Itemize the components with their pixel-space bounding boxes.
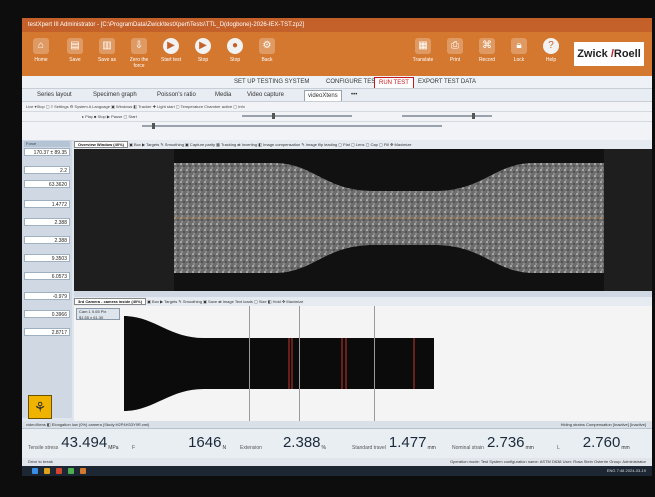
overview-window-header: Overview Window (40%) ▣ Box ▶ Targets ✎ … <box>74 140 652 149</box>
browser-icon[interactable] <box>68 468 74 474</box>
app-icon[interactable] <box>56 468 62 474</box>
ribbon-button-help[interactable]: ? Help <box>538 36 564 74</box>
tab-run-test[interactable]: RUN TEST <box>374 77 414 88</box>
ribbon-button-stop-circle[interactable]: ● Stop <box>222 36 248 74</box>
overview-window-label: Overview Window (40%) <box>74 141 128 148</box>
ribbon-button-save[interactable]: ▤ Save <box>62 36 88 74</box>
print-icon: ⎙ <box>447 38 463 54</box>
gauge-line <box>374 306 375 421</box>
home-icon: ⌂ <box>33 38 49 54</box>
translate-icon: ▦ <box>415 38 431 54</box>
stop-circle-icon: ● <box>227 38 243 54</box>
save-icon: ▤ <box>67 38 83 54</box>
ribbon-toolbar: ⌂ Home ▤ Save ▥ Save as ⇩ Zero the force ▶ St… <box>22 32 652 76</box>
video-toolbar-2: ▸ Play ■ Stop ▶ Pause ▢ Start <box>22 112 652 122</box>
subtab-more[interactable]: ••• <box>348 90 360 100</box>
ribbon-button-back[interactable]: ⚙ Back <box>254 36 280 74</box>
ribbon-button-translate[interactable]: ▦ Translate <box>410 36 436 74</box>
results-bar: Tensile stress 43.494MPa F 1646N Extension… <box>22 428 652 459</box>
subtab-series-layout[interactable]: Series layout <box>34 90 75 100</box>
stop-icon: ▶ <box>195 38 211 54</box>
video-toolbar-1: Live ▾Stop ▢ ≡ Settings ⚙ System A Langu… <box>22 102 652 112</box>
camera-window-label: 3rd Camera - camera inside (40%) <box>74 298 147 305</box>
panel-value: 63.3620 <box>24 180 70 188</box>
tab-set-up-testing-system[interactable]: SET UP TESTING SYSTEM <box>230 77 313 87</box>
back-icon: ⚙ <box>259 38 275 54</box>
ribbon-button-start[interactable]: ▶ Start test <box>158 36 184 74</box>
subtab-media[interactable]: Media <box>212 90 234 100</box>
panel-value: 1.4772 <box>24 200 70 208</box>
panel-value: 2.388 <box>24 218 70 226</box>
gauge-line <box>249 306 250 421</box>
file-explorer-icon[interactable] <box>44 468 50 474</box>
camera-window-header: 3rd Camera - camera inside (40%) ▣ Box ▶… <box>74 297 652 306</box>
ribbon-button-record[interactable]: ⌘ Record <box>474 36 500 74</box>
ribbon-button-save-as[interactable]: ▥ Save as <box>94 36 120 74</box>
gain-slider-knob[interactable] <box>472 113 475 119</box>
windows-taskbar: ENG 7:48 2024-03-19 <box>22 466 652 476</box>
app-status-bar: Drive to break Operation mode: Test Syst… <box>22 458 652 466</box>
result-standard-travel: Standard travel 1.477mm <box>352 434 436 451</box>
app-logo-icon[interactable]: ⚘ <box>28 395 52 419</box>
camera-info-box: Cam 1 0.65 Pix $1.55 x 61.30 <box>76 308 120 320</box>
result-nominal-strain: Nominal strain 2.736mm <box>452 434 534 451</box>
record-icon: ⌘ <box>479 38 495 54</box>
result-extension: Extension 2.388% <box>240 434 326 451</box>
left-grip <box>74 149 174 291</box>
result-tensile-stress: Tensile stress 43.494MPa <box>28 434 119 451</box>
frame-slider[interactable] <box>142 123 442 129</box>
video-status-bar: videoXtens ◧ Elongation low (0%) camera … <box>22 421 652 428</box>
specimen-closeup-shape <box>124 316 434 411</box>
tab-export-test-data[interactable]: EXPORT TEST DATA <box>414 77 480 87</box>
start-icon: ▶ <box>163 38 179 54</box>
specimen-closeup <box>124 316 434 411</box>
panel-value: 9.3503 <box>24 254 70 262</box>
help-icon: ? <box>543 38 559 54</box>
result-force: F 1646N <box>132 434 227 451</box>
subtab-specimen-graph[interactable]: Specimen graph <box>90 90 140 100</box>
specimen-overview <box>174 163 604 273</box>
screen: testXpert III Administrator - [C:\Progra… <box>22 18 652 476</box>
panel-value: 2.8717 <box>24 328 70 336</box>
panel-value: 170.37 ± 89.35 <box>24 148 70 156</box>
save-as-icon: ▥ <box>99 38 115 54</box>
result-length: L 2.760mm <box>557 434 630 451</box>
exposure-slider-knob[interactable] <box>272 113 275 119</box>
camera-video[interactable]: Cam 1 0.65 Pix $1.55 x 61.30 <box>74 306 652 421</box>
subtab-poissons-ratio[interactable]: Poisson's ratio <box>154 90 199 100</box>
ribbon-button-print[interactable]: ⎙ Print <box>442 36 468 74</box>
ribbon-button-lock[interactable]: 🔒︎ Lock <box>506 36 532 74</box>
panel-value: 0.3966 <box>24 310 70 318</box>
panel-value: 6.0573 <box>24 272 70 280</box>
ribbon-button-stop[interactable]: ▶ Stop <box>190 36 216 74</box>
window-title: testXpert III Administrator - [C:\Progra… <box>22 18 652 32</box>
overview-video[interactable] <box>74 149 652 291</box>
lock-icon: 🔒︎ <box>511 38 527 54</box>
subtab-videoxtens[interactable]: videoXtens <box>304 90 342 101</box>
panel-header-force: Force <box>24 141 70 147</box>
brand-logo: Zwick /Roell <box>574 42 644 66</box>
frame-slider-knob[interactable] <box>152 123 155 129</box>
testxpert-icon[interactable] <box>80 468 86 474</box>
start-menu-icon[interactable] <box>32 468 38 474</box>
panel-value: 2.2 <box>24 166 70 174</box>
subtab-video-capture[interactable]: Video capture <box>244 90 287 100</box>
measurement-panel: Force 170.37 ± 89.35 2.2 63.3620 1.4772 … <box>22 140 72 419</box>
system-tray: ENG 7:48 2024-03-19 <box>606 468 646 473</box>
exposure-slider[interactable] <box>242 113 352 119</box>
panel-value: -0.979 <box>24 292 70 300</box>
gauge-line <box>299 306 300 421</box>
ribbon-button-zero-force[interactable]: ⇩ Zero the force <box>126 36 152 74</box>
ribbon-button-home[interactable]: ⌂ Home <box>28 36 54 74</box>
panel-value: 2.388 <box>24 236 70 244</box>
sub-tabs: Series layout Specimen graph Poisson's r… <box>22 89 652 102</box>
right-grip <box>604 149 652 291</box>
gain-slider[interactable] <box>402 113 492 119</box>
test-tabs: SET UP TESTING SYSTEM CONFIGURE TEST RUN… <box>22 76 652 89</box>
zero-icon: ⇩ <box>131 38 147 54</box>
